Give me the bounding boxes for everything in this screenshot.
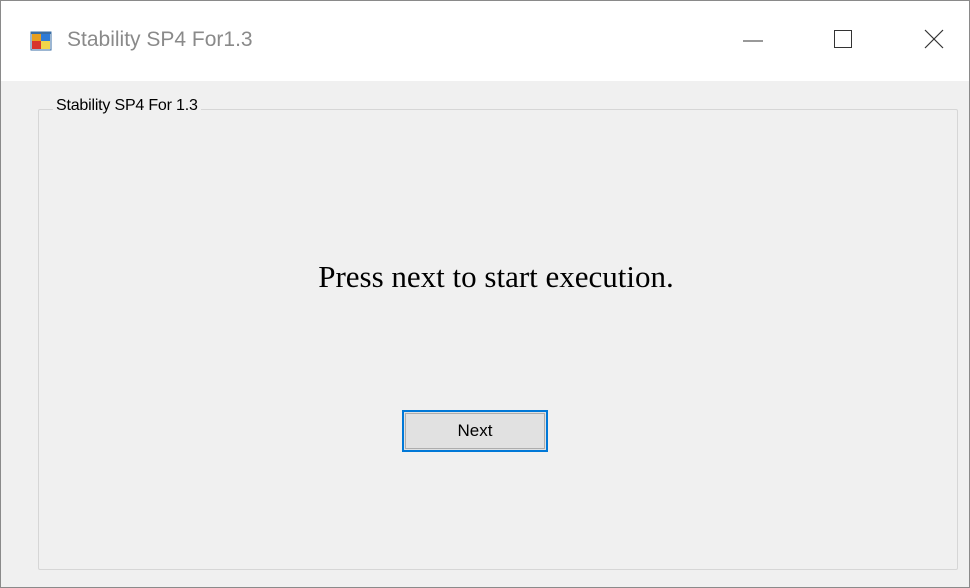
group-box-legend: Stability SP4 For 1.3 [53, 97, 201, 115]
window-title: Stability SP4 For1.3 [67, 28, 253, 51]
maximize-button[interactable] [813, 17, 873, 63]
group-box [38, 109, 958, 570]
next-button-label: Next [405, 413, 545, 449]
title-bar[interactable]: Stability SP4 For1.3 [1, 1, 969, 81]
next-button[interactable]: Next [402, 410, 548, 452]
app-window-icon[interactable] [30, 30, 52, 52]
instruction-message: Press next to start execution. [318, 259, 674, 294]
minimize-icon [743, 40, 763, 42]
close-button[interactable] [903, 17, 963, 63]
close-icon [924, 29, 944, 49]
maximize-icon [834, 30, 852, 48]
app-window: Stability SP4 For1.3 Stability SP4 For 1… [0, 0, 970, 588]
minimize-button[interactable] [723, 17, 783, 63]
